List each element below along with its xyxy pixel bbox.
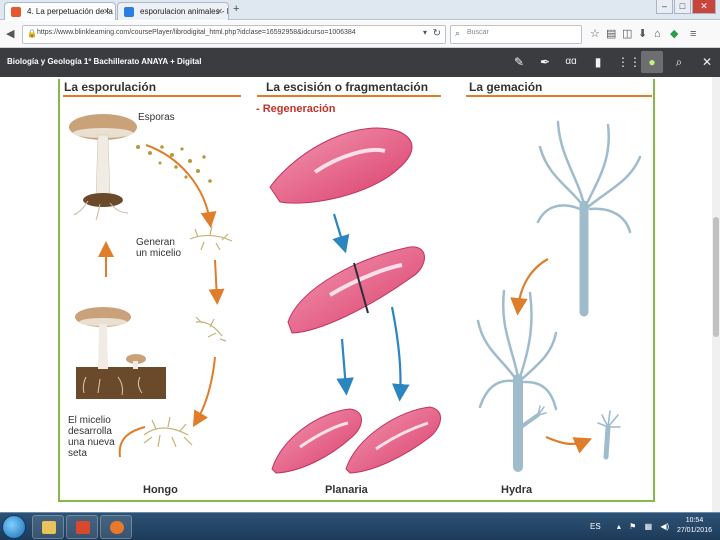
close-icon[interactable]: ✕ xyxy=(216,3,223,20)
window-controls: – □ ✕ xyxy=(656,0,716,14)
arrow xyxy=(390,306,410,402)
extension-icon[interactable]: ◆ xyxy=(670,27,678,41)
label-nueva-seta: El micelio desarrolla una nueva seta xyxy=(68,415,115,459)
search-bar[interactable]: ⌕ Buscar xyxy=(450,25,582,44)
flag-icon[interactable]: ⚑ xyxy=(629,522,636,531)
clock[interactable]: 10:54 27/01/2016 xyxy=(677,516,712,536)
close-icon[interactable]: ✕ xyxy=(699,54,715,70)
download-icon[interactable]: ⬇ xyxy=(638,27,647,41)
reading-list-icon[interactable]: ▤ xyxy=(606,27,616,41)
page-scrollbar[interactable] xyxy=(712,77,720,512)
label-line: una nueva xyxy=(68,437,115,448)
reload-icon[interactable]: ↻ xyxy=(433,28,441,39)
pencil-icon[interactable]: ✎ xyxy=(511,54,527,70)
search-icon: ⌕ xyxy=(455,28,461,38)
search-icon[interactable]: ⌕ xyxy=(671,54,687,70)
hydra-budding xyxy=(476,289,558,472)
document-icon xyxy=(76,521,90,534)
folder-icon xyxy=(42,521,56,534)
label-line: desarrolla xyxy=(68,426,112,437)
minimize-button[interactable]: – xyxy=(656,0,673,14)
planaria-split xyxy=(287,246,425,334)
arrow xyxy=(336,338,354,396)
tab-search[interactable]: esporulacion animales - Buscar ... ✕ xyxy=(117,2,229,20)
caption-hongo: Hongo xyxy=(143,484,178,496)
scroll-thumb[interactable] xyxy=(713,217,719,337)
new-tab-icon[interactable]: + xyxy=(233,3,239,15)
label-line: Generan xyxy=(136,237,175,248)
site-icon xyxy=(11,7,21,17)
maximize-button[interactable]: □ xyxy=(674,0,691,14)
arrow xyxy=(192,356,216,428)
menu-icon[interactable]: ≡ xyxy=(690,27,696,41)
star-icon[interactable]: ☆ xyxy=(590,27,600,41)
tab-current[interactable]: 4. La perpetuación de la vi... ✕ xyxy=(4,2,116,20)
marker-icon[interactable]: ✒ xyxy=(537,54,553,70)
start-button[interactable] xyxy=(2,515,26,539)
chevron-up-icon[interactable]: ▴ xyxy=(617,522,621,531)
home-icon[interactable]: ⌂ xyxy=(654,27,661,41)
time: 10:54 xyxy=(685,517,704,524)
planaria-top xyxy=(269,127,413,204)
close-icon[interactable]: ✕ xyxy=(103,3,110,20)
network-icon[interactable]: ▦ xyxy=(645,522,653,531)
pocket-icon[interactable]: ◫ xyxy=(622,27,632,41)
browser-titlebar: 4. La perpetuación de la vi... ✕ esporul… xyxy=(0,0,720,20)
label-line: un micelio xyxy=(136,248,182,259)
language-indicator[interactable]: ES xyxy=(590,522,601,531)
volume-icon[interactable]: ◀) xyxy=(660,522,669,531)
mushroom-in-soil xyxy=(75,307,166,399)
mycelium xyxy=(143,225,233,448)
close-window-button[interactable]: ✕ xyxy=(692,0,716,14)
book-title: Biología y Geología 1º Bachillerato ANAY… xyxy=(7,57,202,66)
location-icon[interactable]: ● xyxy=(641,51,663,73)
search-input[interactable]: Buscar xyxy=(467,29,489,36)
date: 27/01/2016 xyxy=(676,527,712,534)
caption-planaria: Planaria xyxy=(325,484,368,496)
label-esporas: Esporas xyxy=(138,112,175,123)
label-micelio: Generan un micelio xyxy=(136,237,181,259)
url-text: https://www.blinklearning.com/coursePlay… xyxy=(37,29,356,36)
book-page: La esporulación La escisión o fragmentac… xyxy=(0,77,720,512)
label-line: El micelio xyxy=(68,415,111,426)
caption-hydra: Hydra xyxy=(501,484,533,496)
text-tool-icon[interactable]: αɑ xyxy=(563,54,579,70)
arrow xyxy=(545,435,593,454)
bookmark-icon[interactable]: ▮ xyxy=(590,54,606,70)
hydra-parent xyxy=(536,120,642,317)
explorer-taskbar-button[interactable] xyxy=(32,515,64,539)
url-bar[interactable]: 🔒 https://www.blinklearning.com/coursePl… xyxy=(22,25,446,44)
bing-icon xyxy=(124,7,134,17)
spores xyxy=(136,145,212,183)
office-taskbar-button[interactable] xyxy=(66,515,98,539)
mushroom-adult xyxy=(69,114,137,221)
arrow xyxy=(208,259,225,305)
system-tray: ES ▴ ⚑ ▦ ◀) xyxy=(590,522,669,531)
label-regeneracion: - Regeneración xyxy=(256,103,336,115)
grid-icon[interactable]: ⋮⋮ xyxy=(617,54,641,70)
firefox-icon xyxy=(110,521,124,534)
arrow xyxy=(510,258,549,316)
lock-icon: 🔒 xyxy=(27,29,37,38)
arrow xyxy=(332,213,350,254)
taskbar: ES ▴ ⚑ ▦ ◀) 10:54 27/01/2016 xyxy=(0,512,720,540)
firefox-taskbar-button[interactable] xyxy=(100,515,132,539)
label-line: seta xyxy=(68,448,87,459)
arrow xyxy=(145,144,217,228)
hydra-new xyxy=(597,410,621,460)
browser-navbar: ◀ 🔒 https://www.blinklearning.com/course… xyxy=(0,21,720,48)
back-icon[interactable]: ◀ xyxy=(6,27,14,41)
chevron-down-icon[interactable]: ▾ xyxy=(423,28,427,37)
reader-toolbar: Biología y Geología 1º Bachillerato ANAY… xyxy=(0,48,720,77)
arrow xyxy=(118,426,146,458)
